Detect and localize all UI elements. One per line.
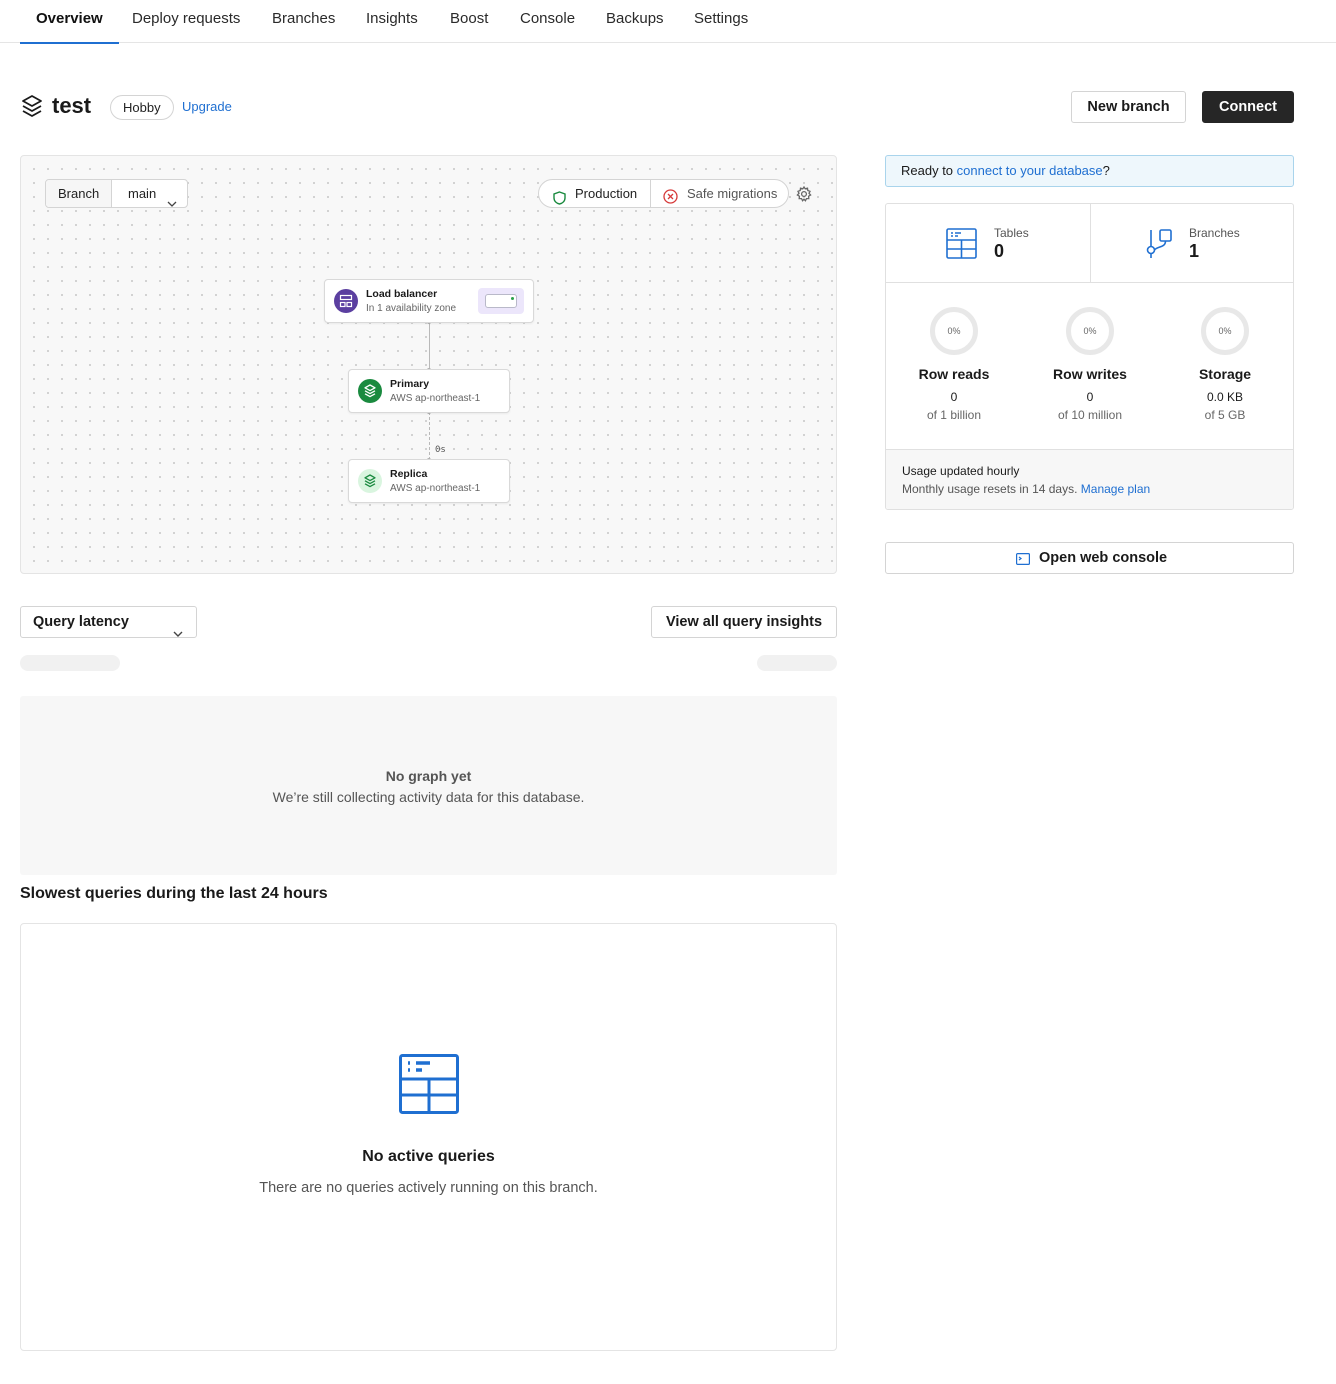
lb-primary-connector (429, 322, 430, 370)
load-balancer-subtitle: In 1 availability zone (366, 303, 457, 314)
chevron-down-icon (167, 190, 177, 217)
replica-title: Replica (390, 468, 428, 480)
branches-count: 1 (1189, 241, 1200, 261)
tab-insights[interactable]: Insights (350, 0, 434, 43)
terminal-icon (1016, 552, 1031, 570)
storage-value: 0.0 KB (1206, 390, 1244, 404)
branch-icon (1145, 228, 1173, 265)
row-reads-label: Row reads (918, 366, 990, 382)
zone-status-dot (511, 297, 514, 300)
replica-layers-icon (358, 469, 382, 493)
primary-subtitle: AWS ap-northeast-1 (390, 393, 481, 404)
database-name: test (52, 93, 92, 118)
usage-footer: Usage updated hourly Monthly usage reset… (886, 449, 1293, 509)
slowest-queries-heading: Slowest queries during the last 24 hours (20, 885, 328, 902)
architecture-diagram: Branch main Production Safe migrations 0… (20, 155, 837, 574)
no-active-queries-title: No active queries (362, 1148, 495, 1165)
zone-box (485, 294, 517, 308)
replica-node[interactable]: Replica AWS ap-northeast-1 (348, 459, 510, 503)
stats-divider (1090, 204, 1091, 283)
safe-migrations-label: Safe migrations (687, 186, 778, 201)
top-nav: Overview Deploy requests Branches Insigh… (0, 0, 1336, 44)
usage-reset-text: Monthly usage resets in 14 days. (902, 482, 1078, 496)
replica-subtitle: AWS ap-northeast-1 (390, 483, 481, 494)
row-reads-value: 0 (950, 390, 958, 404)
branch-selector[interactable]: Branch main (45, 179, 188, 208)
branches-label: Branches (1189, 226, 1240, 240)
branch-status-pill: Production Safe migrations (538, 179, 789, 208)
storage-label: Storage (1198, 366, 1252, 382)
replication-lag: 0s (435, 445, 446, 455)
branch-value[interactable]: main (116, 180, 168, 207)
primary-layers-icon (358, 379, 382, 403)
gear-icon[interactable] (796, 185, 812, 207)
row-reads-ring: 0% (930, 307, 978, 355)
row-writes-value: 0 (1086, 390, 1094, 404)
table-icon (399, 1054, 459, 1119)
primary-title: Primary (390, 378, 430, 390)
tab-overview[interactable]: Overview (20, 0, 119, 44)
stats-summary: Tables 0 Branches 1 (886, 204, 1293, 283)
primary-node[interactable]: Primary AWS ap-northeast-1 (348, 369, 510, 413)
tables-label: Tables (994, 226, 1029, 240)
row-writes-label: Row writes (1053, 366, 1127, 382)
no-active-queries-description: There are no queries actively running on… (259, 1180, 598, 1196)
loading-skeleton (757, 655, 837, 671)
loading-skeleton (20, 655, 120, 671)
table-icon (946, 228, 977, 264)
view-all-query-insights-button[interactable]: View all query insights (651, 606, 837, 638)
row-reads-limit: of 1 billion (926, 408, 982, 422)
connect-callout: Ready to connect to your database? (885, 155, 1294, 187)
load-balancer-icon (334, 289, 358, 313)
ready-suffix: ? (1102, 163, 1110, 178)
tab-deploy-requests[interactable]: Deploy requests (116, 0, 256, 43)
pill-divider (650, 180, 651, 207)
tab-branches[interactable]: Branches (256, 0, 351, 43)
upgrade-link[interactable]: Upgrade (182, 99, 232, 114)
tab-boost[interactable]: Boost (434, 0, 504, 43)
database-layers-icon (20, 94, 44, 125)
query-latency-select[interactable]: Query latency (20, 606, 197, 638)
plan-badge: Hobby (110, 95, 174, 120)
storage-limit: of 5 GB (1204, 408, 1246, 422)
tab-settings[interactable]: Settings (678, 0, 764, 43)
load-balancer-node[interactable]: Load balancer In 1 availability zone (324, 279, 534, 323)
no-graph-title: No graph yet (385, 768, 472, 784)
connect-button[interactable]: Connect (1202, 91, 1294, 123)
query-latency-value: Query latency (33, 614, 129, 630)
latency-graph-empty: No graph yet We’re still collecting acti… (20, 696, 837, 875)
connect-database-link[interactable]: connect to your database (957, 163, 1103, 178)
no-graph-description: We’re still collecting activity data for… (272, 789, 585, 805)
storage-ring: 0% (1201, 307, 1249, 355)
slowest-queries-panel: No active queries There are no queries a… (20, 923, 837, 1351)
tables-count: 0 (994, 241, 1005, 261)
row-writes-limit: of 10 million (1057, 408, 1123, 422)
availability-zone-badge (478, 288, 524, 314)
ready-prefix: Ready to (901, 163, 957, 178)
chevron-down-icon (173, 619, 183, 649)
row-writes-ring: 0% (1066, 307, 1114, 355)
new-branch-button[interactable]: New branch (1071, 91, 1186, 123)
tab-backups[interactable]: Backups (590, 0, 680, 43)
load-balancer-title: Load balancer (366, 288, 438, 300)
branch-label: Branch (46, 180, 113, 207)
production-label: Production (575, 186, 638, 201)
usage-updated-text: Usage updated hourly (902, 464, 1020, 478)
open-web-console-label: Open web console (1039, 550, 1168, 566)
open-web-console-button[interactable]: Open web console (885, 542, 1294, 574)
usage-reset-line: Monthly usage resets in 14 days. Manage … (902, 482, 1150, 496)
tab-console[interactable]: Console (504, 0, 591, 43)
manage-plan-link[interactable]: Manage plan (1081, 482, 1150, 496)
database-stats-card: Tables 0 Branches 1 0% Row reads 0 of 1 … (885, 203, 1294, 510)
primary-replica-connector (429, 412, 430, 460)
